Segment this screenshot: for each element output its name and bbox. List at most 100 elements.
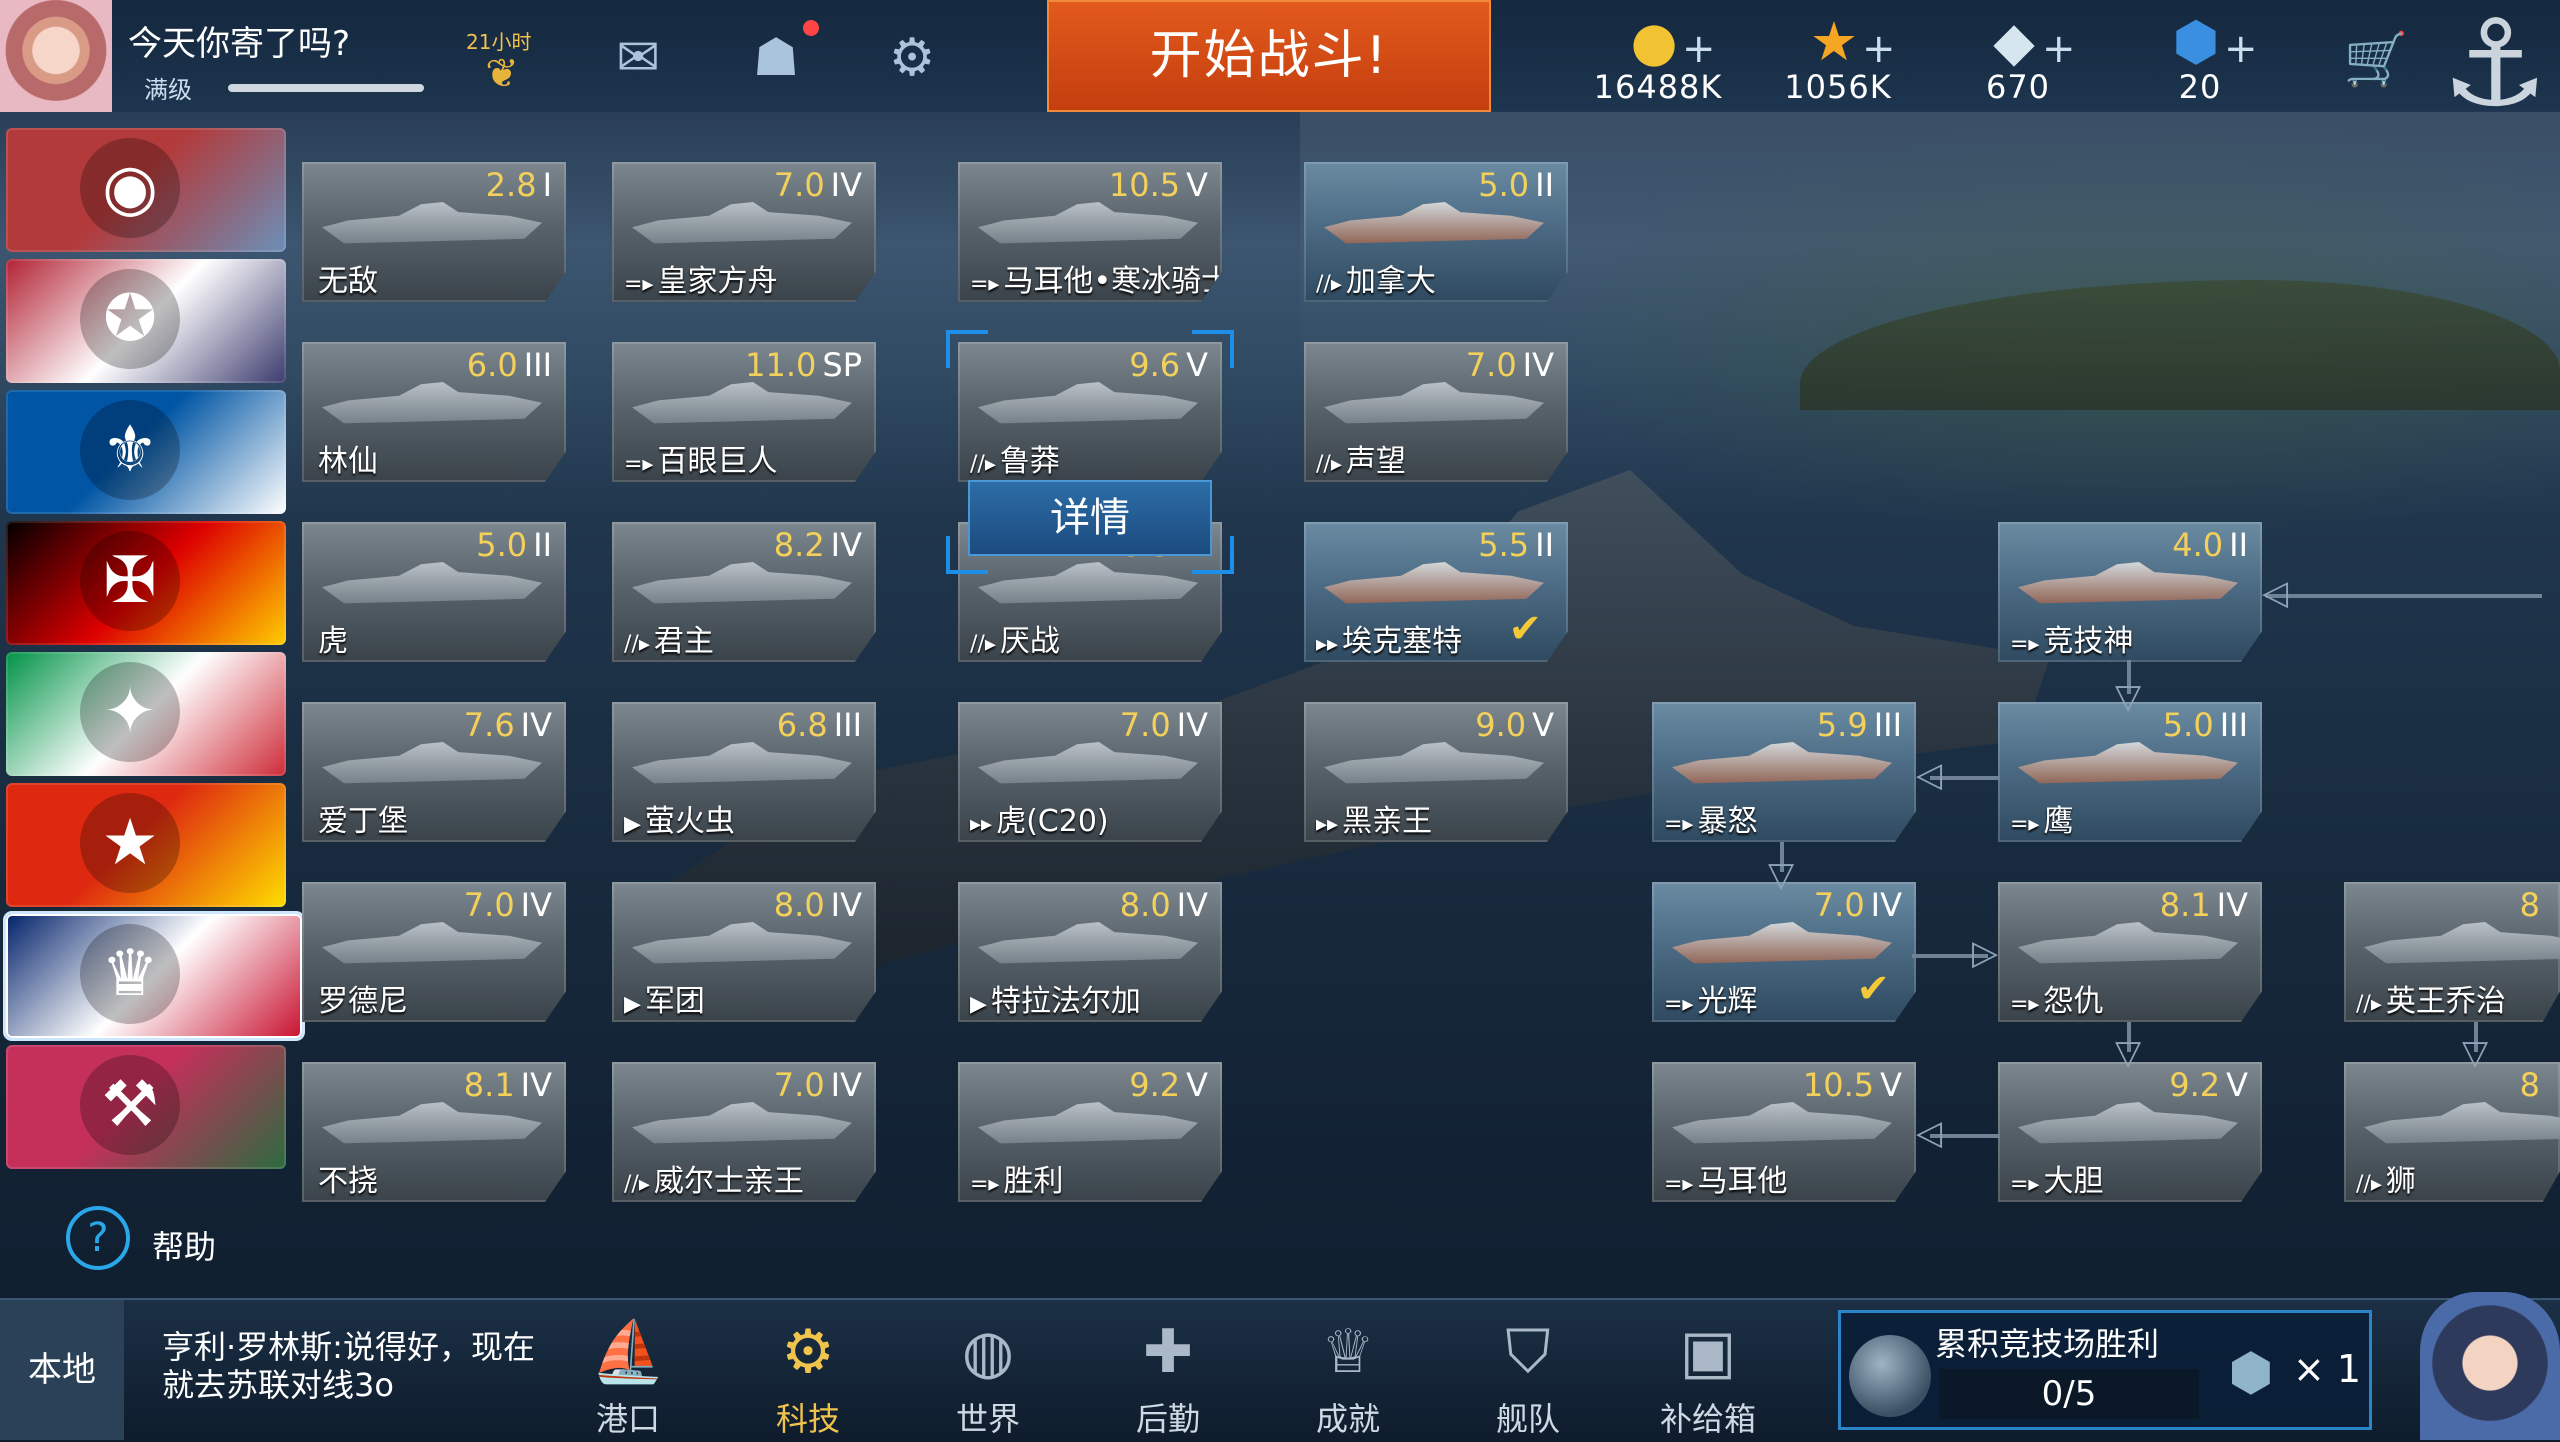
ship-image (1324, 562, 1544, 604)
friends-icon[interactable]: ☗ (740, 26, 812, 90)
nav-label: 港口 (595, 1400, 660, 1438)
nav-achievement[interactable]: ♕ 成就 (1278, 1308, 1418, 1438)
ship-card[interactable]: 5.0 II 虎 (302, 522, 566, 662)
ship-name-row: 不挠 (314, 1156, 378, 1200)
ship-image (2018, 562, 2238, 604)
ship-name: 君主 (653, 624, 714, 659)
ship-card[interactable]: 8.2 IV //▸ 君主 (612, 522, 876, 662)
ship-name: 萤火虫 (644, 804, 735, 839)
nav-globe[interactable]: ◍ 世界 (918, 1308, 1058, 1438)
ship-card[interactable]: 8 //▸ 英王乔治 (2344, 882, 2560, 1022)
nation-tab-5[interactable]: ✦ (6, 652, 286, 776)
ship-card[interactable]: 5.0 III =▸ 鹰 (1998, 702, 2262, 842)
ship-image (632, 382, 852, 424)
ship-level: 7.0 (773, 166, 825, 204)
ship-card[interactable]: 6.8 III ▶ 萤火虫 (612, 702, 876, 842)
ship-card[interactable]: 7.0 IV 罗德尼 (302, 882, 566, 1022)
ship-image (978, 382, 1198, 424)
ship-tier: 5.0 II (1478, 166, 1554, 204)
ship-card[interactable]: 5.5 II ▸▸ 埃克塞特 ✔ (1304, 522, 1568, 662)
nation-tab-8[interactable]: ⚒ (6, 1045, 286, 1169)
ship-tier: 7.0 IV (774, 1066, 862, 1104)
chat-message[interactable]: 亨利·罗林斯:说得好，现在就去苏联对线3o (162, 1328, 542, 1404)
timed-badge[interactable]: 21小时 ❦ (462, 26, 542, 102)
supply-box-icon: ▣ (1679, 1317, 1737, 1387)
add-icon[interactable]: + (1682, 26, 1716, 72)
nation-tab-4[interactable]: ✠ (6, 521, 286, 645)
ship-level: 8 (2519, 1066, 2540, 1104)
ship-card[interactable]: 8.0 IV ▶ 特拉法尔加 (958, 882, 1222, 1022)
resource-blue-gem[interactable]: ⬢ +20 (2120, 6, 2280, 110)
nav-harbor[interactable]: ⛵ 港口 (558, 1308, 698, 1438)
ship-class-icon: //▸ (1316, 272, 1342, 297)
resource-diamond[interactable]: ◆ +670 (1938, 6, 2098, 110)
ship-card[interactable]: 7.0 IV //▸ 威尔士亲王 (612, 1062, 876, 1202)
ship-rank: V (2226, 1066, 2248, 1104)
resource-gold-coin[interactable]: ● +16488K (1578, 6, 1738, 110)
shop-cart-icon[interactable]: 🛒 (2336, 28, 2416, 92)
ship-level: 8.1 (463, 1066, 515, 1104)
ship-card[interactable]: 2.8 I 无敌 (302, 162, 566, 302)
add-icon[interactable]: + (1862, 26, 1896, 72)
nav-label: 科技 (775, 1400, 840, 1438)
add-icon[interactable]: + (2042, 26, 2076, 72)
ship-card[interactable]: 5.0 II //▸ 加拿大 (1304, 162, 1568, 302)
ship-card[interactable]: 9.2 V =▸ 大胆 (1998, 1062, 2262, 1202)
nav-supply-box[interactable]: ▣ 补给箱 (1638, 1308, 1778, 1438)
player-avatar[interactable] (0, 0, 112, 112)
ship-name-row: ▶ 特拉法尔加 (970, 976, 1141, 1020)
help-label[interactable]: 帮助 (152, 1222, 216, 1268)
resource-star[interactable]: ★ +1056K (1758, 6, 1918, 110)
add-icon[interactable]: + (2224, 26, 2258, 72)
anchor-icon[interactable]: ⚓ (2440, 0, 2550, 140)
ship-rank: IV (520, 886, 552, 924)
ship-tier: 6.8 III (777, 706, 862, 744)
nation-tab-2[interactable]: ✪ (6, 259, 286, 383)
ship-image (322, 1102, 542, 1144)
ship-level: 5.0 (2162, 706, 2214, 744)
ship-card[interactable]: 11.0 SP =▸ 百眼巨人 (612, 342, 876, 482)
nav-tech[interactable]: ⚙ 科技 (738, 1308, 878, 1438)
ship-card[interactable]: 8 //▸ 狮 (2344, 1062, 2560, 1202)
ship-card[interactable]: 7.6 IV 爱丁堡 (302, 702, 566, 842)
help-icon[interactable]: ? (66, 1206, 130, 1270)
ship-card[interactable]: 9.2 V =▸ 胜利 (958, 1062, 1222, 1202)
ship-card[interactable]: 7.0 IV //▸ 声望 (1304, 342, 1568, 482)
ship-name-row: =▸ 竞技神 (2010, 616, 2133, 660)
ship-class-icon: =▸ (624, 272, 654, 297)
settings-gear-icon[interactable]: ⚙ (876, 26, 948, 90)
ship-card[interactable]: 8.1 IV 不挠 (302, 1062, 566, 1202)
nav-fleet[interactable]: ⛉ 舰队 (1458, 1308, 1598, 1438)
nation-tab-6[interactable]: ★ (6, 783, 286, 907)
ship-card[interactable]: 10.5 V =▸ 马耳他•寒冰骑士 (958, 162, 1222, 302)
ship-card[interactable]: 7.0 IV =▸ 皇家方舟 (612, 162, 876, 302)
ship-rank: II (1535, 166, 1554, 204)
ship-card[interactable]: 7.0 IV ▸▸ 虎(C20) (958, 702, 1222, 842)
ship-card[interactable]: 7.0 IV =▸ 光辉 ✔ (1652, 882, 1916, 1022)
ship-card[interactable]: 10.5 V =▸ 马耳他 (1652, 1062, 1916, 1202)
ship-card[interactable]: 8.0 IV ▶ 军团 (612, 882, 876, 1022)
mail-icon[interactable]: ✉ (602, 26, 674, 90)
nation-tab-1[interactable]: ◉ (6, 128, 286, 252)
ship-level: 7.0 (1465, 346, 1517, 384)
arena-win-task[interactable]: 累积竞技场胜利 0/5 ⬢ × 1 (1838, 1310, 2372, 1430)
ship-class-icon: =▸ (624, 452, 654, 477)
ship-card[interactable]: 8.1 IV =▸ 怨仇 (1998, 882, 2262, 1022)
ship-card[interactable]: 9.0 V ▸▸ 黑亲王 (1304, 702, 1568, 842)
ship-card[interactable]: 4.0 II =▸ 竞技神 (1998, 522, 2262, 662)
details-button[interactable]: 详情 (968, 480, 1212, 556)
ship-class-icon: =▸ (970, 1172, 1000, 1197)
ship-class-icon: //▸ (970, 632, 996, 657)
ship-card[interactable]: 6.0 III 林仙 (302, 342, 566, 482)
adjutant-portrait[interactable] (2420, 1292, 2560, 1440)
ship-rank: IV (520, 706, 552, 744)
ship-name-row: =▸ 大胆 (2010, 1156, 2103, 1200)
nation-tab-3[interactable]: ⚜ (6, 390, 286, 514)
ship-card[interactable]: 9.6 V//▸ 鲁莽 (958, 342, 1222, 482)
nav-logistics[interactable]: ✚ 后勤 (1098, 1308, 1238, 1438)
chat-channel-local[interactable]: 本地 (0, 1300, 124, 1440)
ship-card[interactable]: 5.9 III =▸ 暴怒 (1652, 702, 1916, 842)
nation-tab-7[interactable]: ♛ (6, 914, 302, 1038)
reward-count: × 1 (2293, 1347, 2362, 1391)
start-battle-button[interactable]: 开始战斗! (1047, 0, 1491, 112)
